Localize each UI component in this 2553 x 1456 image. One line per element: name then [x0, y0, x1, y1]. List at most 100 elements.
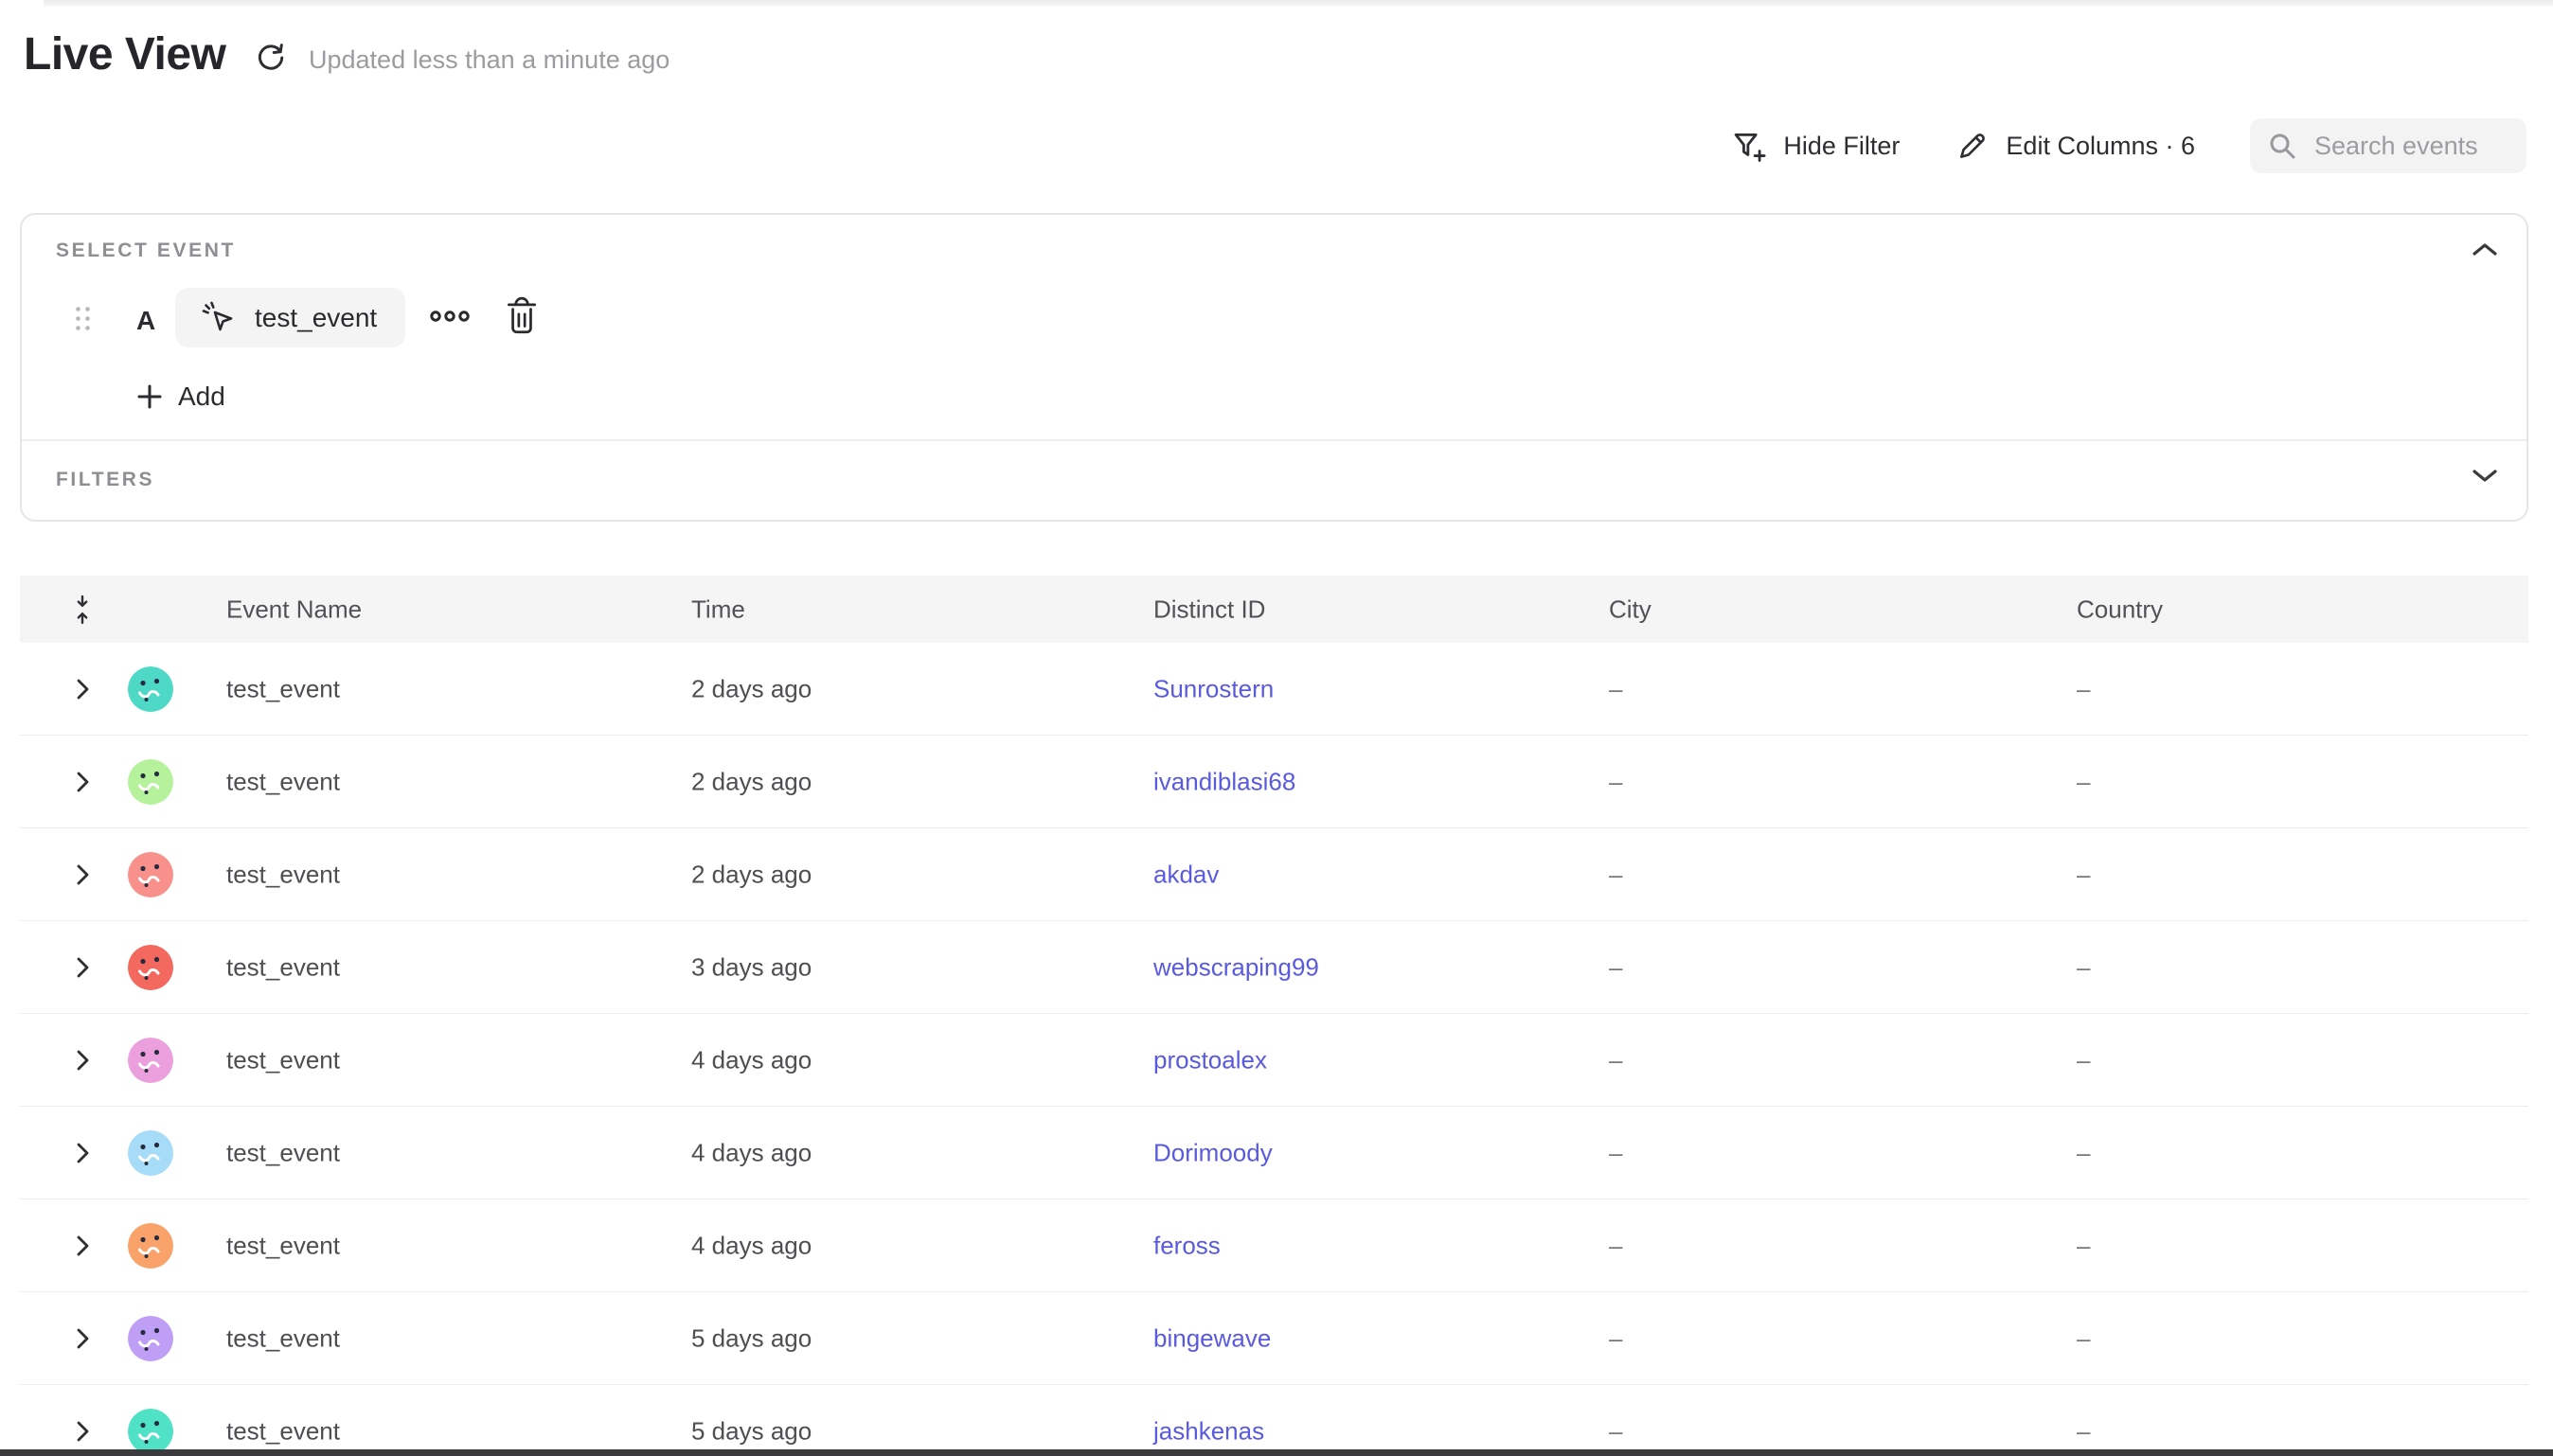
hide-filter-button[interactable]: Hide Filter: [1730, 127, 1900, 165]
row-event-name: test_event: [226, 952, 340, 982]
search-icon: [2267, 131, 2297, 161]
event-drag-handle[interactable]: [74, 306, 92, 331]
expand-row-button[interactable]: [65, 1234, 99, 1257]
plus-icon: [136, 383, 163, 410]
filters-label: FILTERS: [56, 469, 154, 491]
row-city: –: [1609, 860, 1622, 889]
row-distinct-id-link[interactable]: prostoalex: [1153, 1045, 1267, 1074]
row-distinct-id-link[interactable]: feross: [1153, 1231, 1221, 1260]
row-distinct-id-link[interactable]: webscraping99: [1153, 952, 1319, 982]
row-city: –: [1609, 1323, 1622, 1353]
table-row: test_event 4 days ago Dorimoody – –: [20, 1107, 2528, 1199]
expand-row-button[interactable]: [65, 678, 99, 701]
expand-row-button[interactable]: [65, 1327, 99, 1350]
row-time: 4 days ago: [691, 1138, 812, 1167]
page-title: Live View: [24, 28, 225, 80]
row-event-name: test_event: [226, 1138, 340, 1167]
row-city: –: [1609, 1416, 1622, 1446]
row-event-name: test_event: [226, 860, 340, 889]
row-time: 2 days ago: [691, 860, 812, 889]
chevron-right-icon: [76, 1142, 90, 1164]
live-view-page: Live View Updated less than a minute ago…: [0, 0, 2553, 1456]
event-more-options-button[interactable]: [430, 306, 470, 327]
row-country: –: [2077, 1231, 2090, 1260]
chevron-right-icon: [76, 1234, 90, 1257]
delete-event-button[interactable]: [505, 296, 539, 336]
user-avatar[interactable]: [128, 1223, 173, 1269]
row-country: –: [2077, 1138, 2090, 1167]
row-distinct-id-link[interactable]: Sunrostern: [1153, 674, 1274, 703]
edit-columns-button[interactable]: Edit Columns · 6: [1955, 128, 2195, 164]
chevron-right-icon: [76, 771, 90, 793]
row-country: –: [2077, 1323, 2090, 1353]
search-box[interactable]: [2250, 118, 2526, 173]
user-avatar[interactable]: [128, 759, 173, 805]
row-distinct-id-link[interactable]: akdav: [1153, 860, 1219, 889]
column-header-city: City: [1609, 595, 1651, 624]
row-distinct-id-link[interactable]: Dorimoody: [1153, 1138, 1273, 1167]
row-city: –: [1609, 674, 1622, 703]
expand-row-button[interactable]: [65, 1142, 99, 1164]
user-avatar[interactable]: [128, 852, 173, 897]
hide-filter-label: Hide Filter: [1783, 132, 1900, 161]
row-event-name: test_event: [226, 1231, 340, 1260]
row-country: –: [2077, 860, 2090, 889]
select-event-label: SELECT EVENT: [56, 240, 236, 262]
user-avatar[interactable]: [128, 1038, 173, 1083]
user-avatar[interactable]: [128, 666, 173, 712]
event-select-chip[interactable]: test_event: [175, 288, 405, 347]
event-position-label: A: [136, 306, 155, 336]
table-row: test_event 2 days ago akdav – –: [20, 828, 2528, 921]
row-time: 4 days ago: [691, 1231, 812, 1260]
table-row: test_event 2 days ago ivandiblasi68 – –: [20, 736, 2528, 828]
query-builder-panel: SELECT EVENT A: [20, 213, 2528, 522]
collapse-select-event-toggle[interactable]: [2472, 241, 2498, 258]
collapse-all-rows-button[interactable]: [65, 594, 99, 626]
user-avatar[interactable]: [128, 1409, 173, 1454]
cursor-click-icon: [200, 299, 238, 337]
expand-row-button[interactable]: [65, 863, 99, 886]
search-input[interactable]: [2312, 131, 2509, 162]
row-country: –: [2077, 1045, 2090, 1074]
chevron-right-icon: [76, 1420, 90, 1443]
expand-row-button[interactable]: [65, 771, 99, 793]
row-time: 5 days ago: [691, 1416, 812, 1446]
row-event-name: test_event: [226, 1323, 340, 1353]
expand-row-button[interactable]: [65, 1049, 99, 1072]
user-avatar[interactable]: [128, 1130, 173, 1176]
column-header-distinct-id: Distinct ID: [1153, 595, 1265, 624]
user-avatar[interactable]: [128, 1316, 173, 1361]
table-row: test_event 5 days ago jashkenas – –: [20, 1385, 2528, 1456]
row-time: 2 days ago: [691, 767, 812, 796]
add-event-button[interactable]: Add: [136, 382, 225, 412]
column-header-country: Country: [2077, 595, 2163, 624]
table-row: test_event 4 days ago prostoalex – –: [20, 1014, 2528, 1107]
drag-handle-icon: [74, 306, 92, 331]
expand-filters-toggle[interactable]: [2472, 467, 2498, 484]
row-time: 5 days ago: [691, 1323, 812, 1353]
trash-icon: [505, 296, 539, 336]
user-avatar[interactable]: [128, 945, 173, 990]
expand-row-button[interactable]: [65, 956, 99, 979]
chevron-up-icon: [2472, 241, 2498, 258]
edit-columns-label: Edit Columns · 6: [2006, 132, 2195, 161]
table-row: test_event 5 days ago bingewave – –: [20, 1292, 2528, 1385]
column-header-event-name: Event Name: [226, 595, 362, 624]
pencil-icon: [1955, 128, 1991, 164]
chevron-right-icon: [76, 1049, 90, 1072]
table-row: test_event 2 days ago Sunrostern – –: [20, 643, 2528, 736]
bottom-window-edge: [0, 1449, 2553, 1456]
row-distinct-id-link[interactable]: bingewave: [1153, 1323, 1271, 1353]
row-city: –: [1609, 1138, 1622, 1167]
toolbar: Hide Filter Edit Columns · 6: [1730, 118, 2526, 173]
row-time: 2 days ago: [691, 674, 812, 703]
refresh-button[interactable]: [254, 42, 286, 74]
row-distinct-id-link[interactable]: jashkenas: [1153, 1416, 1264, 1446]
chevron-right-icon: [76, 863, 90, 886]
table-body: test_event 2 days ago Sunrostern – – tes…: [20, 643, 2528, 1456]
row-country: –: [2077, 767, 2090, 796]
expand-row-button[interactable]: [65, 1420, 99, 1443]
row-distinct-id-link[interactable]: ivandiblasi68: [1153, 767, 1295, 796]
row-event-name: test_event: [226, 767, 340, 796]
row-city: –: [1609, 1045, 1622, 1074]
